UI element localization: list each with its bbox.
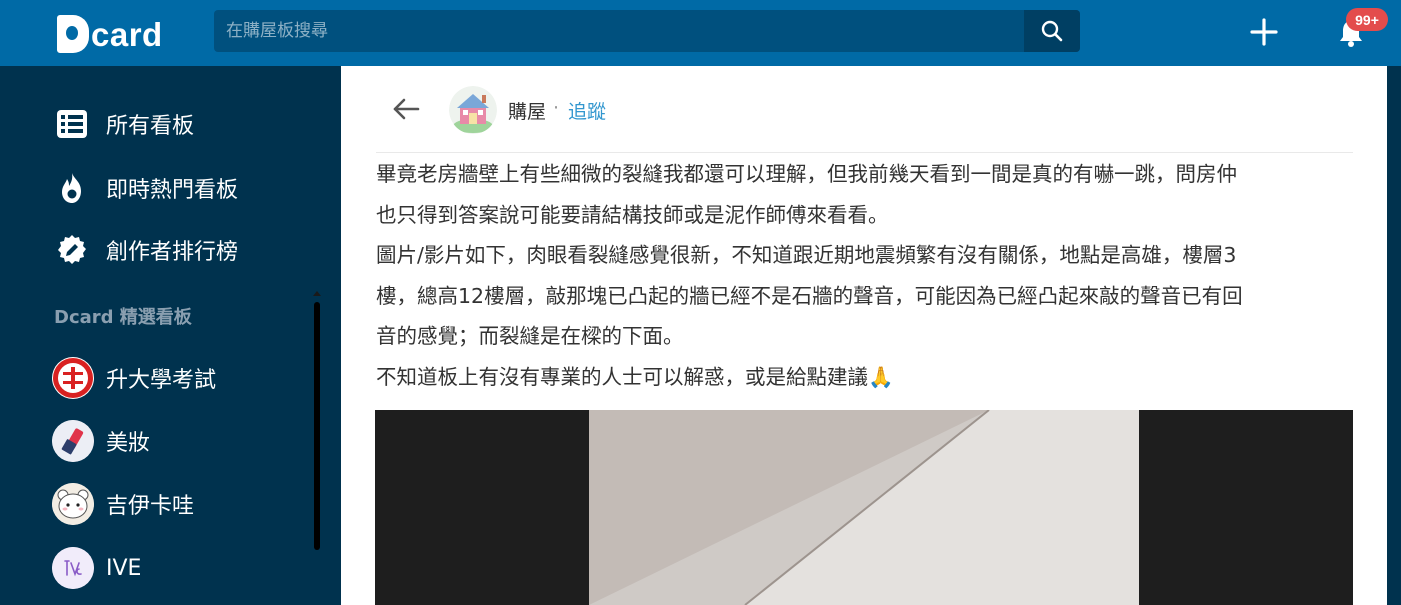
- forum-avatar[interactable]: [449, 86, 497, 134]
- sidebar-item-creator-ranking[interactable]: 創作者排行榜: [54, 232, 238, 268]
- sidebar-board-chiikawa[interactable]: 吉伊卡哇: [52, 483, 194, 525]
- sidebar-item-label: 所有看板: [106, 114, 195, 139]
- scrollbar-thumb[interactable]: [314, 302, 320, 550]
- post-video[interactable]: [375, 410, 1353, 605]
- sidebar: 所有看板 即時熱門看板 創作者排行榜 Dcard 精選看板 升大學考試 美妝 吉…: [0, 66, 341, 605]
- notification-count-badge: 99+: [1346, 8, 1388, 31]
- create-post-button[interactable]: [1246, 14, 1282, 50]
- divider: [376, 152, 1353, 153]
- post-panel: 購屋 · 追蹤 畢竟老房牆壁上有些細微的裂縫我都還可以理解，但我前幾天看到一間是…: [341, 66, 1387, 605]
- back-button[interactable]: [391, 94, 421, 124]
- post-line: 畢竟老房牆壁上有些細微的裂縫我都還可以理解，但我前幾天看到一間是真的有嚇一跳，問…: [376, 162, 1237, 186]
- ive-board-avatar: [52, 547, 94, 589]
- post-line: 音的感覺；而裂縫是在樑的下面。: [376, 324, 684, 348]
- follow-link[interactable]: 追蹤: [568, 97, 606, 124]
- post-line: 圖片/影片如下，肉眼看裂縫感覺很新，不知道跟近期地震頻繁有沒有關係，地點是高雄，…: [376, 243, 1237, 267]
- list-icon: [54, 106, 90, 142]
- sidebar-board-ive[interactable]: IVE: [52, 547, 141, 589]
- sidebar-item-label: IVE: [106, 555, 142, 581]
- sidebar-item-label: 升大學考試: [106, 368, 217, 393]
- post-content: 畢竟老房牆壁上有些細微的裂縫我都還可以理解，但我前幾天看到一間是真的有嚇一跳，問…: [376, 154, 1356, 397]
- chiikawa-board-avatar: [52, 483, 94, 525]
- pen-badge-icon: [54, 232, 90, 268]
- search-icon: [1041, 20, 1063, 42]
- featured-boards-heading: Dcard 精選看板: [54, 307, 192, 328]
- search-bar: [214, 10, 1080, 52]
- logo-text: card: [91, 16, 163, 53]
- sidebar-item-all-boards[interactable]: 所有看板: [54, 106, 194, 142]
- top-header: card 99+: [0, 0, 1401, 66]
- video-frame-wall-crack: [375, 410, 1353, 605]
- flame-icon: [54, 170, 90, 206]
- makeup-board-avatar: [52, 420, 94, 462]
- right-gutter: [1387, 66, 1401, 605]
- post-line: 樓，總高12樓層，敲那塊已凸起的牆已經不是石牆的聲音，可能因為已經凸起來敲的聲音…: [376, 283, 1243, 308]
- search-button[interactable]: [1024, 10, 1080, 52]
- separator-dot: ·: [553, 97, 560, 119]
- post-line-last: 不知道板上有沒有專業的人士可以解惑，或是給點建議🙏: [376, 357, 1356, 398]
- sidebar-board-makeup[interactable]: 美妝: [52, 420, 150, 462]
- praying-hands-emoji: 🙏: [868, 364, 894, 389]
- back-arrow-icon: [393, 98, 420, 120]
- sidebar-scrollbar[interactable]: [313, 291, 321, 550]
- sidebar-item-label: 創作者排行榜: [106, 240, 239, 265]
- dcard-logo-mark: [57, 14, 89, 53]
- search-input[interactable]: [214, 10, 1024, 52]
- exam-board-avatar: [52, 357, 94, 399]
- post-line: 不知道板上有沒有專業的人士可以解惑，或是給點建議: [376, 364, 868, 389]
- plus-icon: [1250, 18, 1278, 46]
- forum-name[interactable]: 購屋: [508, 97, 546, 124]
- sidebar-board-exam[interactable]: 升大學考試: [52, 357, 216, 399]
- dcard-logo[interactable]: card: [57, 13, 163, 54]
- sidebar-item-label: 即時熱門看板: [106, 178, 239, 203]
- scroll-up-arrow-icon[interactable]: [313, 291, 321, 296]
- sidebar-item-label: 美妝: [106, 431, 151, 456]
- sidebar-item-trending-boards[interactable]: 即時熱門看板: [54, 170, 238, 206]
- sidebar-item-label: 吉伊卡哇: [106, 494, 195, 519]
- post-line: 也只得到答案說可能要請結構技師或是泥作師傅來看看。: [376, 202, 889, 227]
